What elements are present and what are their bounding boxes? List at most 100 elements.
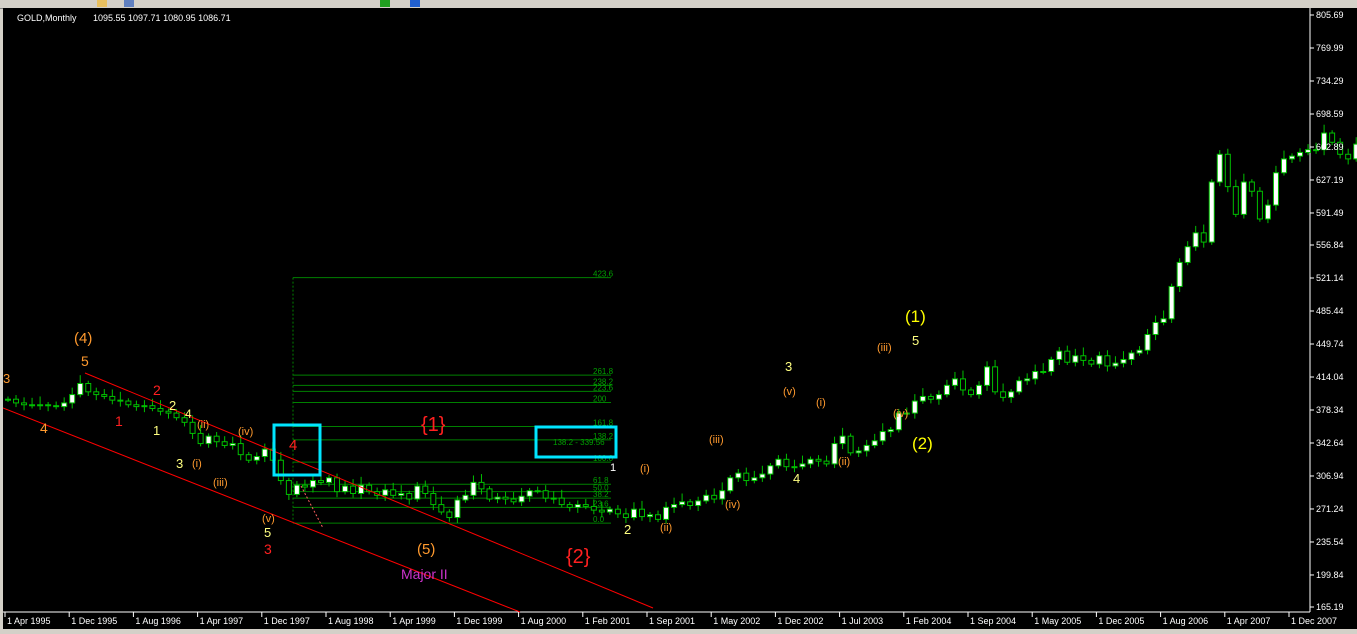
candle-body bbox=[197, 432, 204, 445]
candle-body bbox=[727, 477, 734, 492]
wave-label: {2} bbox=[566, 546, 591, 568]
candle-body bbox=[1104, 355, 1111, 367]
y-tick-label: 521.14 bbox=[1316, 273, 1344, 283]
candle-body bbox=[285, 480, 292, 495]
wave-label: 5 bbox=[81, 353, 89, 369]
wave-label: (v) bbox=[783, 386, 796, 398]
candle-body bbox=[1088, 359, 1095, 365]
candle-body bbox=[566, 504, 573, 508]
candle-body bbox=[703, 494, 710, 502]
chart-icon[interactable] bbox=[124, 0, 134, 7]
candle-body bbox=[943, 384, 950, 396]
fib-level-label: 261.8 bbox=[593, 367, 614, 376]
candle-body bbox=[743, 472, 750, 482]
x-tick-label: 1 May 2005 bbox=[1034, 616, 1081, 626]
candle-body bbox=[968, 389, 974, 396]
candle-body bbox=[1280, 158, 1287, 174]
candle-body bbox=[390, 489, 397, 496]
plus-icon[interactable] bbox=[380, 0, 390, 7]
candle-body bbox=[1256, 190, 1263, 220]
wave-label: (1) bbox=[905, 307, 926, 326]
wave-label: (iv) bbox=[893, 408, 908, 420]
fib-level-label: 0.0 bbox=[593, 515, 605, 524]
candle-body bbox=[229, 443, 236, 446]
candle-body bbox=[1120, 358, 1127, 364]
candle-body bbox=[309, 480, 316, 488]
candle-body bbox=[783, 458, 790, 468]
chart-area[interactable]: 423.6 261.8 238.2 223.6 200 161.8 138.2 100.0 61… bbox=[2, 8, 1357, 629]
candle-body bbox=[1080, 355, 1087, 361]
y-tick-label: 485.44 bbox=[1316, 306, 1344, 316]
fib-box-label: 138.2 - 339.56 bbox=[553, 438, 605, 447]
candle-body bbox=[69, 394, 76, 404]
wave-label: 4 bbox=[793, 471, 800, 486]
candle-body bbox=[582, 504, 589, 507]
wave-label: Major II bbox=[401, 566, 448, 582]
candle-body bbox=[1305, 149, 1312, 153]
candle-body bbox=[1200, 232, 1207, 243]
candle-body bbox=[29, 404, 36, 407]
candle-body bbox=[1329, 132, 1336, 143]
y-tick-label: 271.24 bbox=[1316, 504, 1344, 514]
wave-label: (4) bbox=[74, 330, 92, 347]
x-tick-label: 1 Aug 2006 bbox=[1163, 616, 1209, 626]
price-chart[interactable]: 423.6261.8238.2223.6200161.8138.2100.061… bbox=[2, 8, 1357, 629]
candle-body bbox=[237, 443, 244, 456]
wave-label: 1 bbox=[153, 423, 160, 438]
candle-body bbox=[695, 500, 702, 507]
wave-label: (ii) bbox=[197, 419, 209, 431]
wave-label: (iii) bbox=[877, 342, 892, 354]
candle-body bbox=[751, 477, 758, 482]
fib-level-label: 38.2 bbox=[593, 490, 609, 499]
candle-body bbox=[470, 481, 477, 496]
candle-body bbox=[77, 383, 84, 396]
wave-label: 2 bbox=[153, 382, 161, 398]
candle-body bbox=[518, 495, 525, 503]
y-tick-label: 698.59 bbox=[1316, 109, 1344, 119]
candle-body bbox=[45, 404, 52, 407]
candle-body bbox=[687, 501, 694, 507]
x-tick-label: 1 Sep 2001 bbox=[649, 616, 695, 626]
x-tick-label: 1 Dec 2005 bbox=[1098, 616, 1144, 626]
wave-label: 5 bbox=[264, 525, 271, 540]
candle-body bbox=[839, 435, 846, 445]
candle-body bbox=[510, 498, 517, 503]
candle-body bbox=[1072, 355, 1079, 363]
wave-label: 3 bbox=[785, 359, 792, 374]
candle-body bbox=[558, 497, 565, 506]
candle-body bbox=[149, 405, 156, 409]
y-tick-label: 306.94 bbox=[1316, 471, 1344, 481]
candle-body bbox=[117, 399, 124, 402]
x-tick-label: 1 Jul 2003 bbox=[842, 616, 884, 626]
y-tick-label: 378.34 bbox=[1316, 405, 1344, 415]
candle-body bbox=[1224, 153, 1231, 188]
wave-label: (i) bbox=[640, 463, 650, 475]
candle-body bbox=[301, 484, 308, 488]
candle-body bbox=[984, 366, 991, 386]
candle-body bbox=[831, 443, 838, 465]
candle-body bbox=[1168, 285, 1175, 320]
wave-label: (5) bbox=[417, 541, 435, 558]
y-tick-label: 199.84 bbox=[1316, 570, 1344, 580]
globe-icon[interactable] bbox=[410, 0, 420, 7]
candle-body bbox=[37, 404, 44, 407]
candle-body bbox=[430, 492, 437, 506]
wave-label: 4 bbox=[289, 437, 297, 454]
y-tick-label: 662.89 bbox=[1316, 142, 1344, 152]
candle-body bbox=[422, 485, 429, 494]
y-tick-label: 556.84 bbox=[1316, 240, 1344, 250]
candle-body bbox=[125, 400, 132, 406]
candle-body bbox=[823, 460, 830, 465]
y-tick-label: 342.64 bbox=[1316, 438, 1344, 448]
candle-body bbox=[1152, 321, 1159, 336]
folder-icon[interactable] bbox=[97, 0, 107, 7]
candle-body bbox=[261, 448, 268, 458]
wave-label: 2 bbox=[169, 398, 176, 413]
candle-body bbox=[855, 450, 862, 454]
wave-label: (ii) bbox=[838, 456, 850, 468]
x-tick-label: 1 Apr 2007 bbox=[1227, 616, 1271, 626]
candle-body bbox=[815, 458, 822, 462]
x-tick-label: 1 Dec 2007 bbox=[1291, 616, 1337, 626]
fib-level-label: 200 bbox=[593, 394, 607, 403]
candle-body bbox=[502, 496, 509, 500]
